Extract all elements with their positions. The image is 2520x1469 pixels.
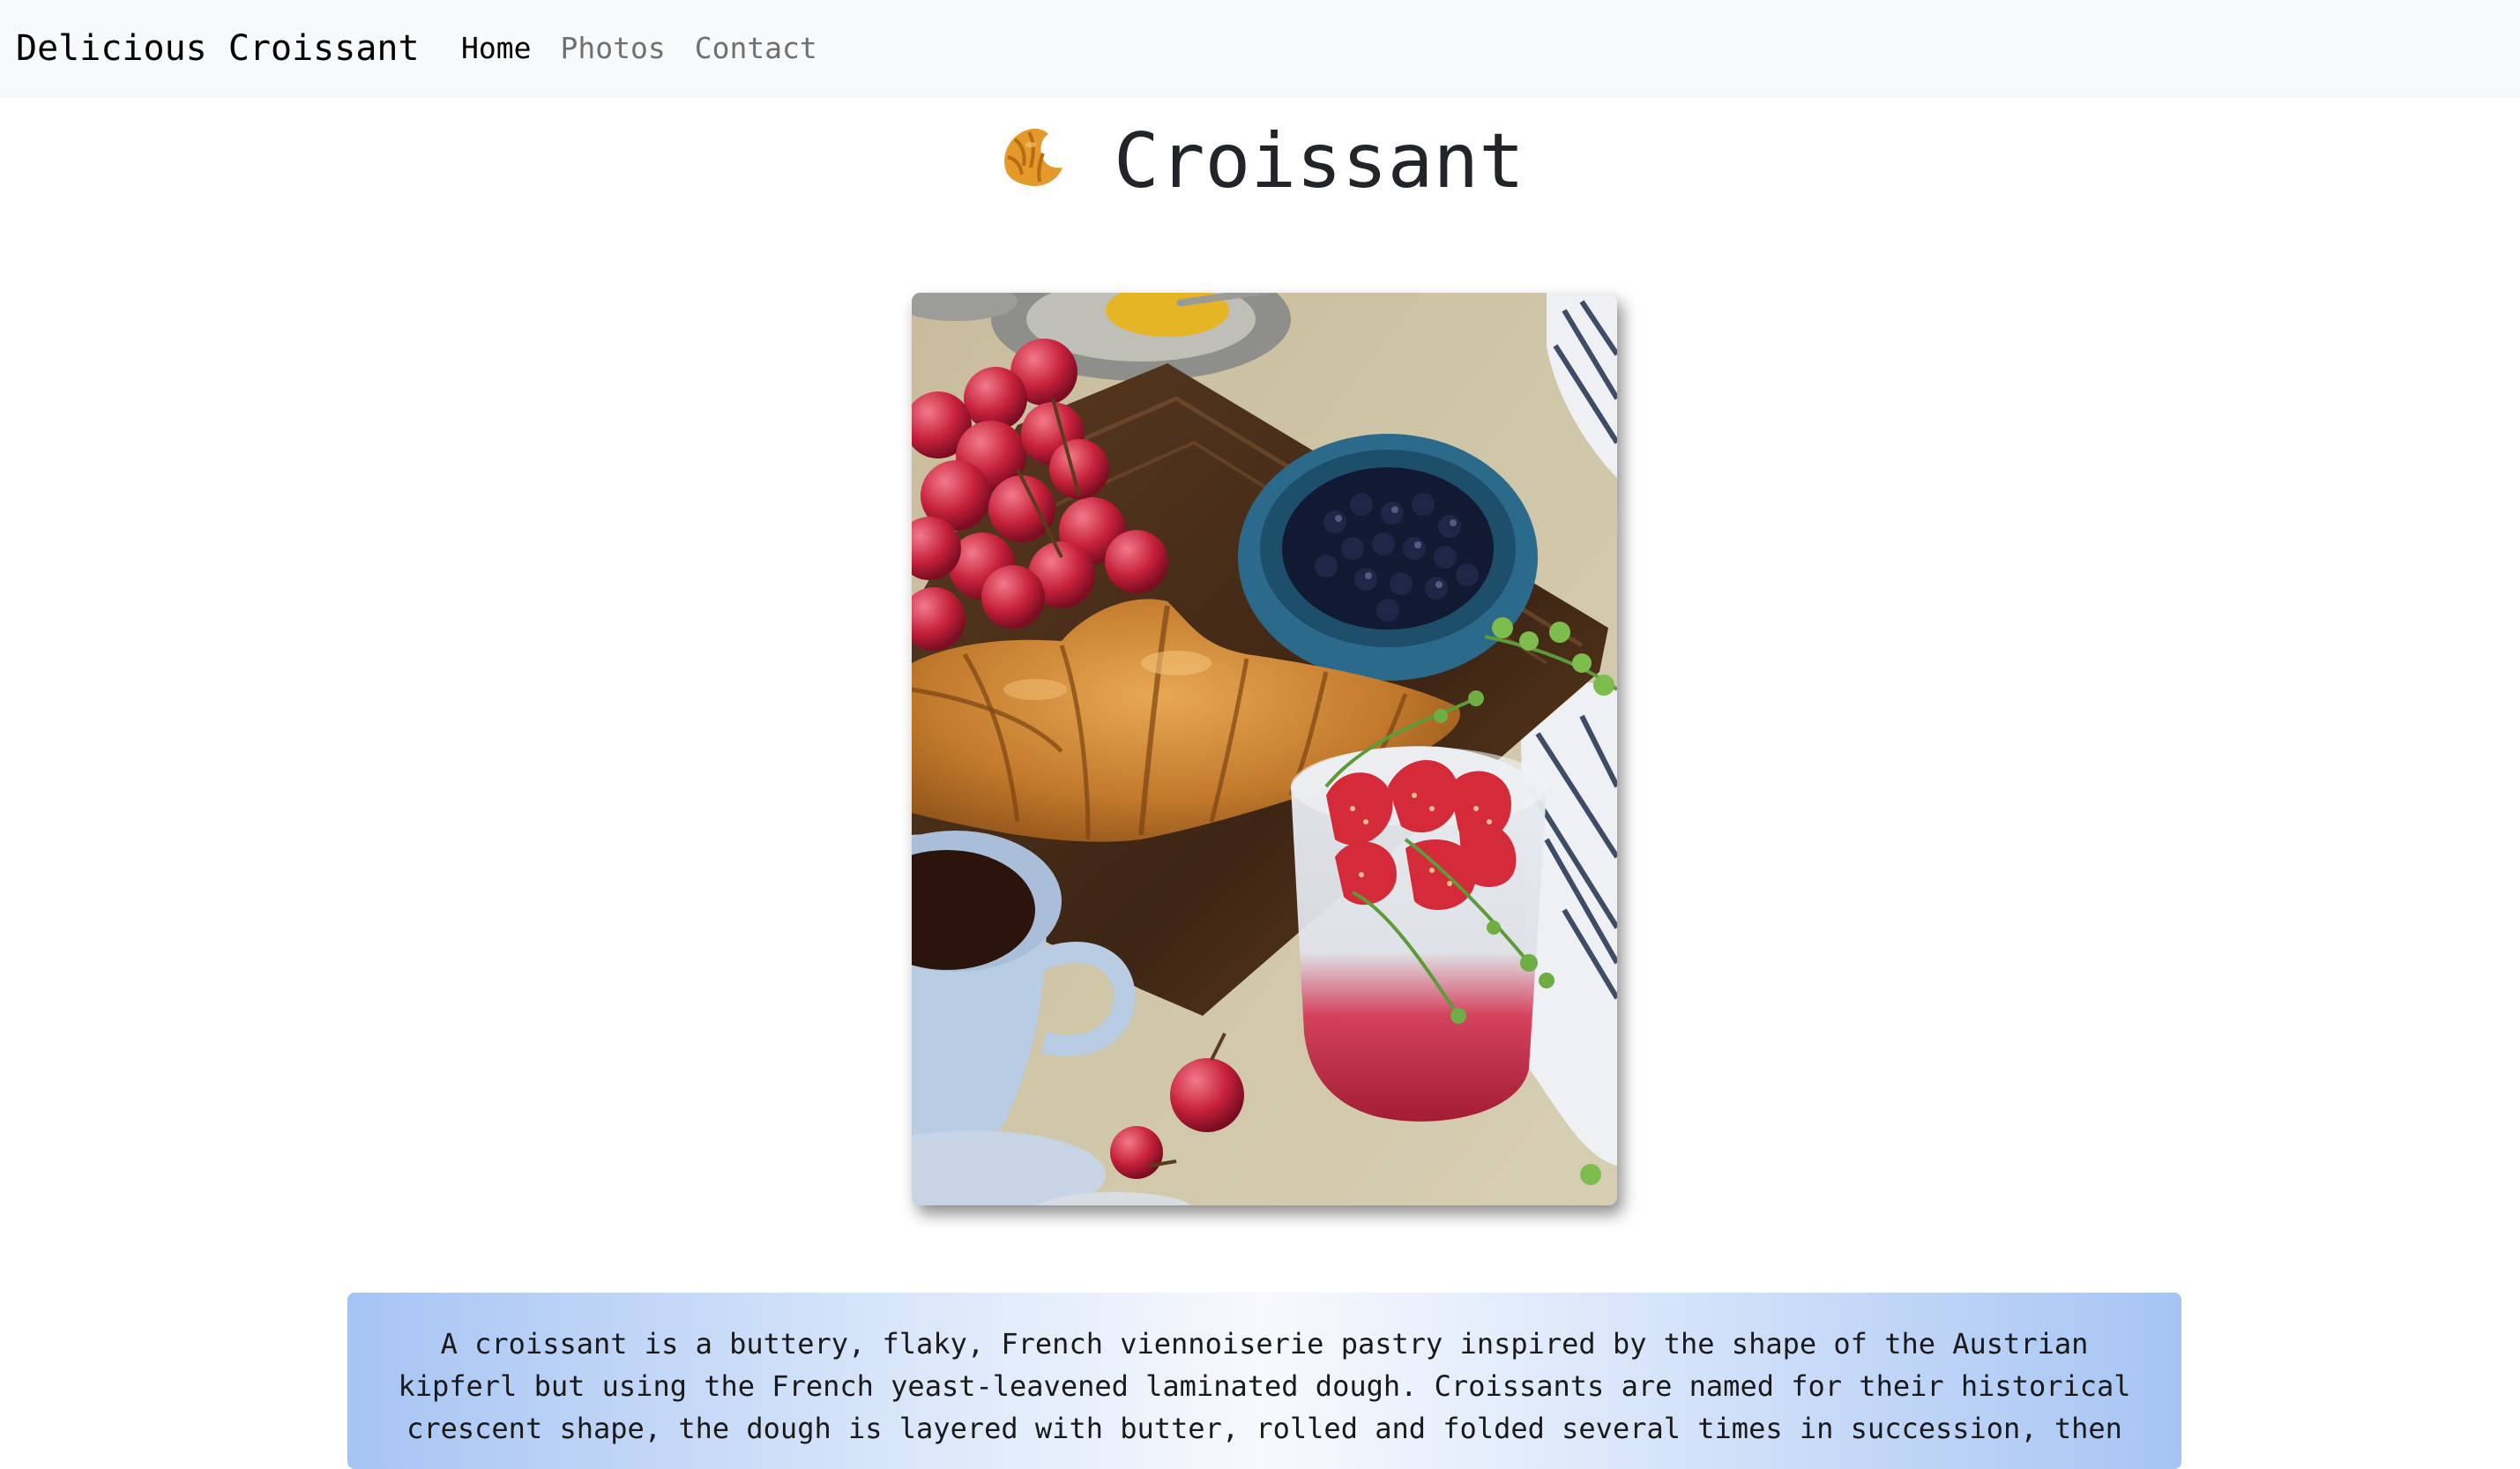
nav-link-photos[interactable]: Photos (560, 28, 665, 69)
croissant-icon (995, 118, 1073, 196)
croissant-photo (912, 293, 1617, 1205)
page-title: Croissant (0, 115, 2520, 208)
nav-link-home[interactable]: Home (461, 28, 531, 69)
brand-link[interactable]: Delicious Croissant (16, 23, 420, 74)
page-title-text: Croissant (1114, 117, 1525, 205)
description-text: A croissant is a buttery, flaky, French … (398, 1327, 2131, 1445)
description-card: A croissant is a buttery, flaky, French … (347, 1293, 2181, 1469)
nav-link-contact[interactable]: Contact (695, 28, 817, 69)
navbar: Delicious Croissant Home Photos Contact (0, 0, 2520, 98)
nav-links: Home Photos Contact (461, 28, 846, 69)
